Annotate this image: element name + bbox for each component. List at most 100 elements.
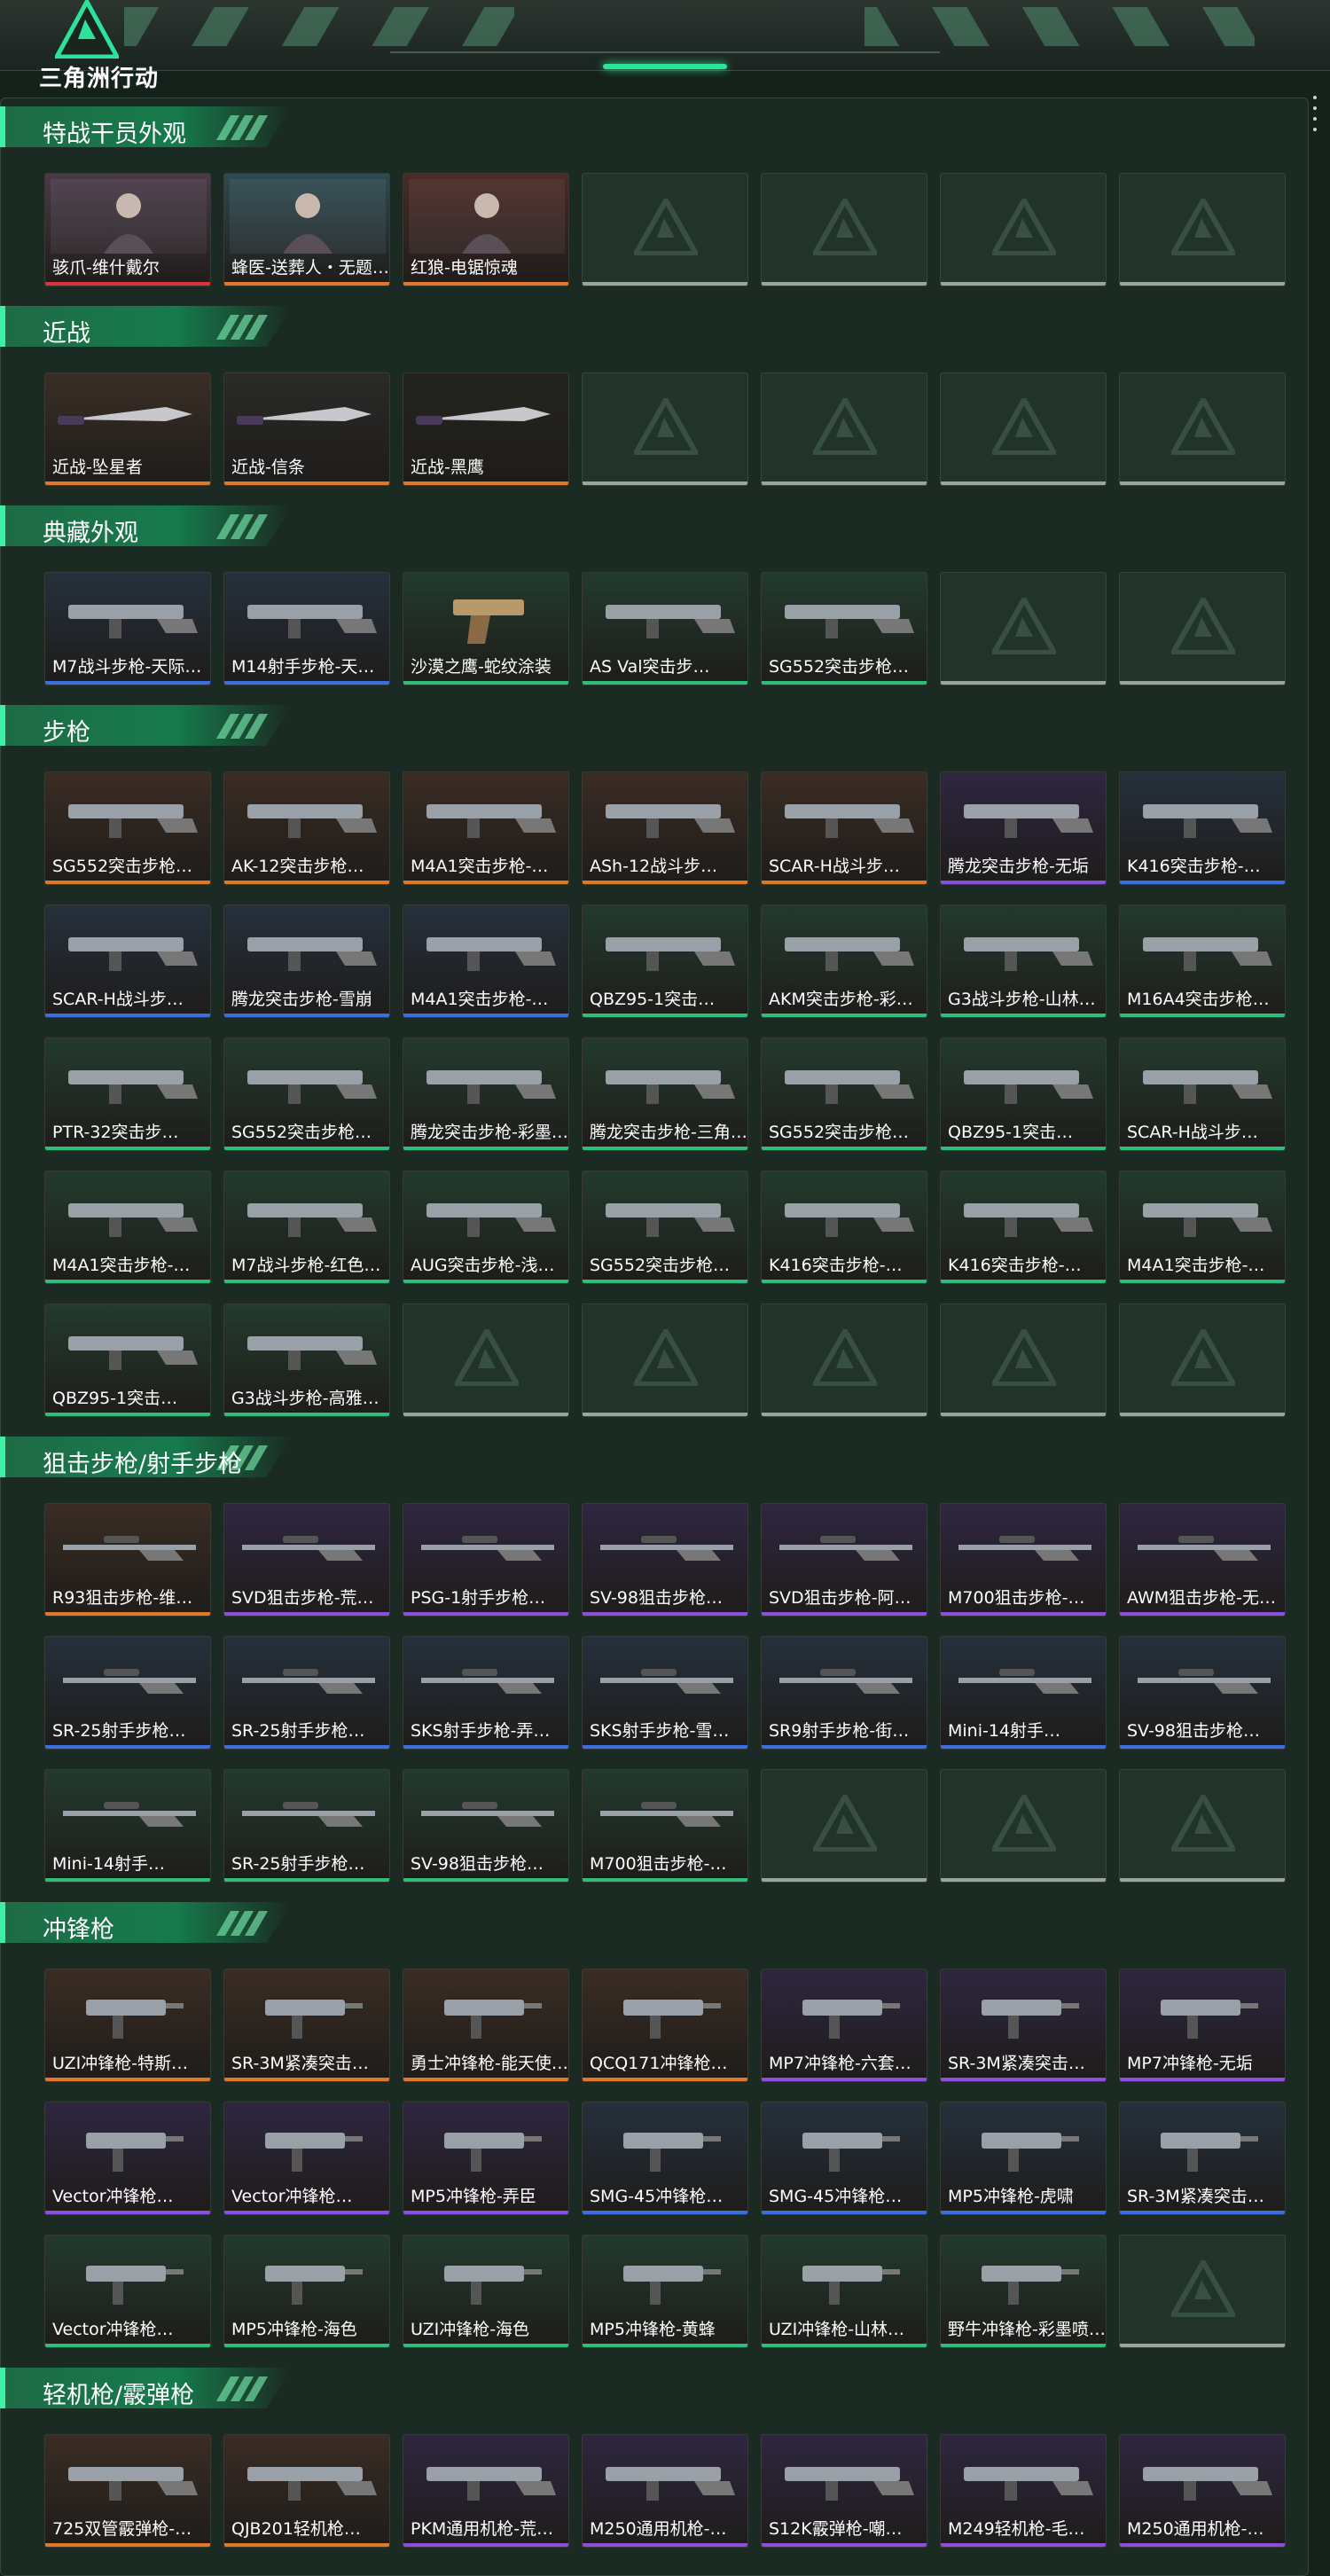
item-card[interactable]: QBZ95-1突击… bbox=[44, 1304, 211, 1417]
section-accent-bar bbox=[0, 106, 5, 147]
item-card[interactable]: M16A4突击步枪… bbox=[1119, 904, 1286, 1018]
scroll-indicator[interactable] bbox=[1313, 96, 1318, 158]
item-card[interactable]: UZI冲锋枪-山林… bbox=[761, 2235, 927, 2348]
item-card[interactable]: PSG-1射手步枪… bbox=[403, 1503, 569, 1617]
item-label: M7战斗步枪-红色… bbox=[231, 1256, 381, 1275]
item-card[interactable]: AS Val突击步… bbox=[582, 572, 748, 685]
item-card[interactable]: SMG-45冲锋枪… bbox=[761, 2102, 927, 2215]
item-card[interactable]: SCAR-H战斗步… bbox=[1119, 1037, 1286, 1151]
item-card[interactable]: SG552突击步枪… bbox=[44, 771, 211, 885]
item-card[interactable]: R93狙击步枪-维… bbox=[44, 1503, 211, 1617]
item-card[interactable]: SKS射手步枪-弄… bbox=[403, 1636, 569, 1750]
item-card[interactable]: 近战-坠星者 bbox=[44, 372, 211, 486]
item-card[interactable]: K416突击步枪-… bbox=[761, 1171, 927, 1284]
item-card[interactable]: QBZ95-1突击… bbox=[940, 1037, 1107, 1151]
item-card[interactable]: SG552突击步枪… bbox=[761, 1037, 927, 1151]
item-card[interactable]: MP5冲锋枪-弄臣 bbox=[403, 2102, 569, 2215]
item-card[interactable]: SR-25射手步枪… bbox=[44, 1636, 211, 1750]
item-card[interactable]: 勇士冲锋枪-能天使… bbox=[403, 1969, 569, 2082]
item-card[interactable]: SCAR-H战斗步… bbox=[761, 771, 927, 885]
rarity-bar bbox=[762, 1878, 927, 1882]
item-card[interactable]: 725双管霰弹枪-… bbox=[44, 2434, 211, 2548]
item-card[interactable]: QJB201轻机枪… bbox=[223, 2434, 390, 2548]
item-label: SKS射手步枪-雪… bbox=[590, 1721, 730, 1741]
rarity-bar bbox=[224, 1147, 389, 1150]
item-card[interactable]: MP7冲锋枪-无垢 bbox=[1119, 1969, 1286, 2082]
item-label: R93狙击步枪-维… bbox=[52, 1588, 193, 1608]
item-card[interactable]: 近战-信条 bbox=[223, 372, 390, 486]
item-card[interactable]: S12K霰弹枪-嘲… bbox=[761, 2434, 927, 2548]
item-card[interactable]: M7战斗步枪-红色… bbox=[223, 1171, 390, 1284]
rarity-bar bbox=[583, 1147, 747, 1150]
item-card[interactable]: Vector冲锋枪… bbox=[44, 2235, 211, 2348]
item-card[interactable]: 骇爪-维什戴尔 bbox=[44, 173, 211, 286]
item-card[interactable]: 沙漠之鹰-蛇纹涂装 bbox=[403, 572, 569, 685]
item-card[interactable]: M700狙击步枪-… bbox=[940, 1503, 1107, 1617]
item-card[interactable]: M249轻机枪-毛… bbox=[940, 2434, 1107, 2548]
item-card[interactable]: SR-3M紧凑突击… bbox=[223, 1969, 390, 2082]
item-card[interactable]: M14射手步枪-天… bbox=[223, 572, 390, 685]
item-card[interactable]: PTR-32突击步… bbox=[44, 1037, 211, 1151]
item-card[interactable]: ASh-12战斗步… bbox=[582, 771, 748, 885]
item-card[interactable]: SMG-45冲锋枪… bbox=[582, 2102, 748, 2215]
item-card[interactable]: Mini-14射手… bbox=[940, 1636, 1107, 1750]
item-card[interactable]: M7战斗步枪-天际… bbox=[44, 572, 211, 685]
item-card[interactable]: M700狙击步枪-… bbox=[582, 1769, 748, 1883]
item-card[interactable]: SR-25射手步枪… bbox=[223, 1769, 390, 1883]
item-card[interactable]: Vector冲锋枪… bbox=[44, 2102, 211, 2215]
item-card[interactable]: SCAR-H战斗步… bbox=[44, 904, 211, 1018]
item-card[interactable]: UZI冲锋枪-海色 bbox=[403, 2235, 569, 2348]
item-card[interactable]: SR-25射手步枪… bbox=[223, 1636, 390, 1750]
smg-thumbnail-icon bbox=[1161, 2000, 1258, 2039]
rarity-bar bbox=[762, 881, 927, 884]
item-card[interactable]: SR-3M紧凑突击… bbox=[940, 1969, 1107, 2082]
rarity-bar bbox=[45, 1413, 210, 1416]
item-label: K416突击步枪-… bbox=[769, 1256, 903, 1275]
item-card[interactable]: MP5冲锋枪-海色 bbox=[223, 2235, 390, 2348]
item-card[interactable]: MP5冲锋枪-虎啸 bbox=[940, 2102, 1107, 2215]
item-label: UZI冲锋枪-山林… bbox=[769, 2320, 905, 2339]
item-card[interactable]: K416突击步枪-… bbox=[1119, 771, 1286, 885]
item-card[interactable]: SG552突击步枪… bbox=[761, 572, 927, 685]
item-card[interactable]: M250通用机枪-… bbox=[582, 2434, 748, 2548]
item-card[interactable]: 近战-黑鹰 bbox=[403, 372, 569, 486]
item-card[interactable]: SV-98狙击步枪… bbox=[1119, 1636, 1286, 1750]
item-card[interactable]: 蜂医-送葬人・无题… bbox=[223, 173, 390, 286]
item-card[interactable]: 腾龙突击步枪-雪崩 bbox=[223, 904, 390, 1018]
item-card[interactable]: MP5冲锋枪-黄蜂 bbox=[582, 2235, 748, 2348]
item-card[interactable]: G3战斗步枪-山林… bbox=[940, 904, 1107, 1018]
item-card[interactable]: Vector冲锋枪… bbox=[223, 2102, 390, 2215]
item-card[interactable]: SVD狙击步枪-荒… bbox=[223, 1503, 390, 1617]
item-card[interactable]: M4A1突击步枪-… bbox=[44, 1171, 211, 1284]
item-card[interactable]: 腾龙突击步枪-彩墨… bbox=[403, 1037, 569, 1151]
item-card[interactable]: AKM突击步枪-彩… bbox=[761, 904, 927, 1018]
item-card[interactable]: PKM通用机枪-荒… bbox=[403, 2434, 569, 2548]
item-card[interactable]: SV-98狙击步枪… bbox=[582, 1503, 748, 1617]
item-card[interactable]: MP7冲锋枪-六套… bbox=[761, 1969, 927, 2082]
item-card[interactable]: Mini-14射手… bbox=[44, 1769, 211, 1883]
item-card[interactable]: K416突击步枪-… bbox=[940, 1171, 1107, 1284]
item-card[interactable]: 野牛冲锋枪-彩墨喷… bbox=[940, 2235, 1107, 2348]
item-card[interactable]: SKS射手步枪-雪… bbox=[582, 1636, 748, 1750]
item-card[interactable]: M250通用机枪-… bbox=[1119, 2434, 1286, 2548]
item-card[interactable]: SVD狙击步枪-阿… bbox=[761, 1503, 927, 1617]
item-card[interactable]: G3战斗步枪-高雅… bbox=[223, 1304, 390, 1417]
item-card[interactable]: SG552突击步枪… bbox=[582, 1171, 748, 1284]
item-card[interactable]: SR-3M紧凑突击… bbox=[1119, 2102, 1286, 2215]
rarity-bar bbox=[403, 2344, 568, 2347]
item-card[interactable]: 腾龙突击步枪-三角… bbox=[582, 1037, 748, 1151]
item-card[interactable]: QCQ171冲锋枪… bbox=[582, 1969, 748, 2082]
item-card[interactable]: M4A1突击步枪-… bbox=[403, 771, 569, 885]
item-card[interactable]: M4A1突击步枪-… bbox=[403, 904, 569, 1018]
item-card[interactable]: AWM狙击步枪-无… bbox=[1119, 1503, 1286, 1617]
item-card[interactable]: AK-12突击步枪… bbox=[223, 771, 390, 885]
item-card[interactable]: M4A1突击步枪-… bbox=[1119, 1171, 1286, 1284]
item-card[interactable]: UZI冲锋枪-特斯… bbox=[44, 1969, 211, 2082]
item-card[interactable]: SG552突击步枪… bbox=[223, 1037, 390, 1151]
item-card[interactable]: SV-98狙击步枪… bbox=[403, 1769, 569, 1883]
item-card[interactable]: QBZ95-1突击… bbox=[582, 904, 748, 1018]
item-card[interactable]: 红狼-电锯惊魂 bbox=[403, 173, 569, 286]
item-card[interactable]: 腾龙突击步枪-无垢 bbox=[940, 771, 1107, 885]
item-card[interactable]: SR9射手步枪-街… bbox=[761, 1636, 927, 1750]
item-card[interactable]: AUG突击步枪-浅… bbox=[403, 1171, 569, 1284]
